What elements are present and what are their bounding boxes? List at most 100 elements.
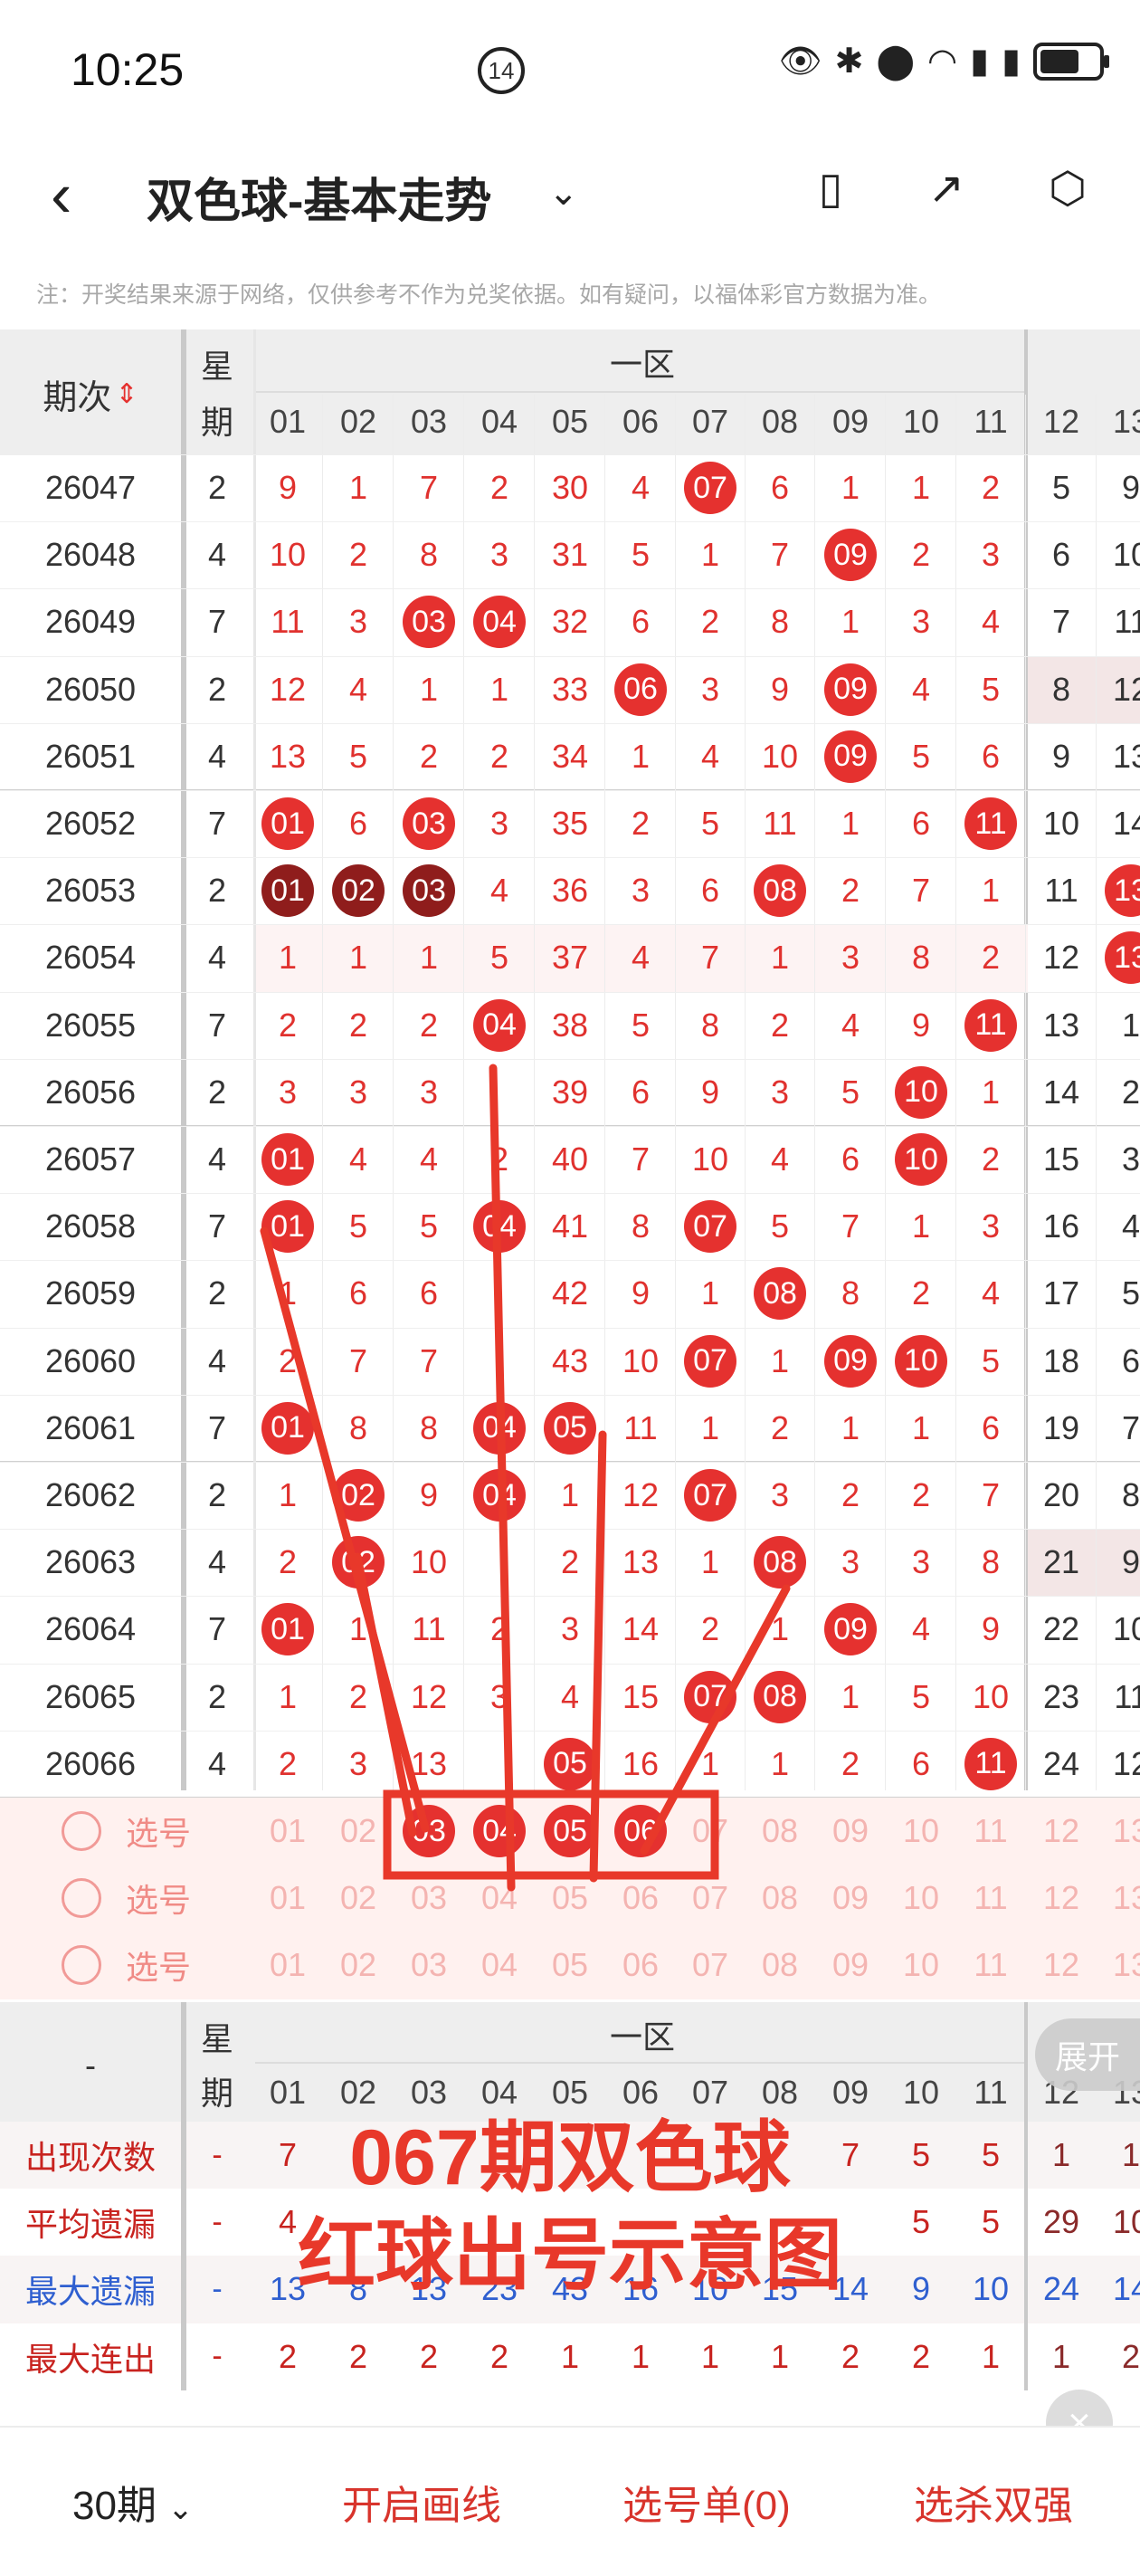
pick-number[interactable]: 12 <box>1027 1798 1096 1865</box>
table-cell: 1 <box>253 924 322 991</box>
pick-number[interactable]: 03 <box>394 1865 463 1932</box>
share-icon[interactable]: ↗ <box>919 163 974 217</box>
pick-number[interactable]: 05 <box>536 1798 604 1865</box>
pick-number[interactable]: 11 <box>956 1865 1025 1932</box>
selected-ball[interactable]: 06 <box>614 1805 667 1858</box>
kill-button[interactable]: 选杀双强 <box>914 2473 1073 2531</box>
pick-number[interactable]: 11 <box>956 1798 1025 1865</box>
pick-number[interactable]: 04 <box>465 1865 534 1932</box>
pick-number-label: 13 <box>1112 1812 1140 1850</box>
pick-number[interactable]: 09 <box>816 1865 885 1932</box>
pick-radio[interactable] <box>54 1865 109 1932</box>
pick-label[interactable]: 选号 <box>109 1932 208 1999</box>
pick-number[interactable]: 02 <box>324 1865 393 1932</box>
table-cell: 17 <box>1027 1260 1096 1327</box>
pick-number[interactable]: 07 <box>676 1798 745 1865</box>
table-cell: 1 <box>887 454 955 521</box>
miss-count: 8 <box>419 536 439 574</box>
pick-number[interactable]: 07 <box>676 1865 745 1932</box>
table-cell: 2 <box>253 1529 322 1596</box>
miss-count: 8 <box>419 1408 439 1446</box>
pick-number[interactable]: 10 <box>887 1798 955 1865</box>
table-cell: 10 <box>956 1664 1025 1731</box>
pick-number[interactable]: 08 <box>746 1932 814 1999</box>
table-row-period: 26063 <box>44 1543 137 1581</box>
selected-ball[interactable]: 05 <box>544 1805 596 1858</box>
pick-number[interactable]: 07 <box>676 1932 745 1999</box>
hit-ball: 02 <box>332 1469 385 1522</box>
pick-number[interactable]: 01 <box>253 1865 322 1932</box>
settings-icon[interactable]: ⬡ <box>1040 163 1095 217</box>
pick-number[interactable]: 06 <box>606 1932 675 1999</box>
miss-count: 4 <box>700 737 720 775</box>
pick-number[interactable]: 10 <box>887 1865 955 1932</box>
miss-count: 9 <box>1121 1543 1140 1581</box>
pick-number[interactable]: 08 <box>746 1865 814 1932</box>
pick-number-label: 05 <box>551 1879 589 1917</box>
pick-number[interactable]: 08 <box>746 1798 814 1865</box>
pick-number[interactable]: 03 <box>394 1798 463 1865</box>
pick-number[interactable]: 06 <box>606 1865 675 1932</box>
miss-count: 38 <box>551 1006 589 1044</box>
miss-count: 2 <box>981 939 1001 977</box>
hit-ball: 09 <box>824 1334 877 1388</box>
pick-number[interactable]: 03 <box>394 1932 463 1999</box>
pick-label[interactable]: 选号 <box>109 1798 208 1865</box>
table-cell: 03 <box>394 857 463 924</box>
pick-number-label: 07 <box>691 1879 729 1917</box>
page-title[interactable]: 双色球-基本走势 <box>147 163 491 231</box>
bluetooth-icon: ✱ <box>834 43 864 81</box>
column-header: 12 <box>1042 403 1080 440</box>
table-row-week: 4 <box>207 536 227 574</box>
radio-icon[interactable] <box>62 1945 101 1986</box>
miss-count: 5 <box>419 1207 439 1245</box>
draw-line-button[interactable]: 开启画线 <box>342 2473 501 2531</box>
selected-ball[interactable]: 03 <box>403 1805 455 1858</box>
back-icon[interactable]: ‹ <box>51 163 71 226</box>
pick-number[interactable]: 01 <box>253 1798 322 1865</box>
pick-number[interactable]: 05 <box>536 1865 604 1932</box>
radio-icon[interactable] <box>62 1811 101 1852</box>
sort-icon[interactable]: ⇕ <box>115 378 138 410</box>
selected-ball[interactable]: 04 <box>473 1805 526 1858</box>
pick-radio[interactable] <box>54 1932 109 1999</box>
divider <box>1025 395 1026 1790</box>
table-cell: 08 <box>746 1664 814 1731</box>
pick-number[interactable]: 01 <box>253 1932 322 1999</box>
pick-number[interactable]: 12 <box>1027 1932 1096 1999</box>
table-cell: 9 <box>1027 723 1096 790</box>
radio-icon[interactable] <box>62 1878 101 1919</box>
pick-number[interactable]: 02 <box>324 1798 393 1865</box>
pick-number[interactable]: 06 <box>606 1798 675 1865</box>
miss-count: 1 <box>560 1476 580 1514</box>
pick-number[interactable]: 13 <box>1097 1932 1140 1999</box>
table-cell: 1 <box>816 790 885 857</box>
miss-count: 4 <box>911 1610 931 1648</box>
pick-number[interactable]: 09 <box>816 1932 885 1999</box>
pick-number[interactable]: 05 <box>536 1932 604 1999</box>
pick-number[interactable]: 10 <box>887 1932 955 1999</box>
miss-count: 40 <box>551 1140 589 1178</box>
table-cell: 2 <box>465 454 534 521</box>
table-cell: 4 <box>887 1596 955 1663</box>
miss-count: 21 <box>1042 1543 1080 1581</box>
pick-number[interactable]: 09 <box>816 1798 885 1865</box>
pick-list-button[interactable]: 选号单(0) <box>622 2473 791 2531</box>
chevron-down-icon[interactable]: ⌄ <box>548 172 579 214</box>
pick-number[interactable]: 13 <box>1097 1798 1140 1865</box>
pick-number[interactable]: 13 <box>1097 1865 1140 1932</box>
phone-icon[interactable]: ▯ <box>803 163 858 217</box>
pick-number[interactable]: 11 <box>956 1932 1025 1999</box>
pick-number[interactable]: 04 <box>465 1798 534 1865</box>
pick-number[interactable]: 04 <box>465 1932 534 1999</box>
table-cell: 2 <box>324 1664 393 1731</box>
pick-label[interactable]: 选号 <box>109 1865 208 1932</box>
miss-count: 8 <box>841 1274 860 1312</box>
pick-radio[interactable] <box>54 1798 109 1865</box>
period-header[interactable]: 期次 ⇕ <box>27 362 154 425</box>
pick-number[interactable]: 02 <box>324 1932 393 1999</box>
table-cell: 5 <box>676 790 745 857</box>
pick-number[interactable]: 12 <box>1027 1865 1096 1932</box>
period-selector[interactable]: 30期 ⌄ <box>72 2473 194 2531</box>
expand-button[interactable]: 展开 <box>1035 2018 1140 2091</box>
